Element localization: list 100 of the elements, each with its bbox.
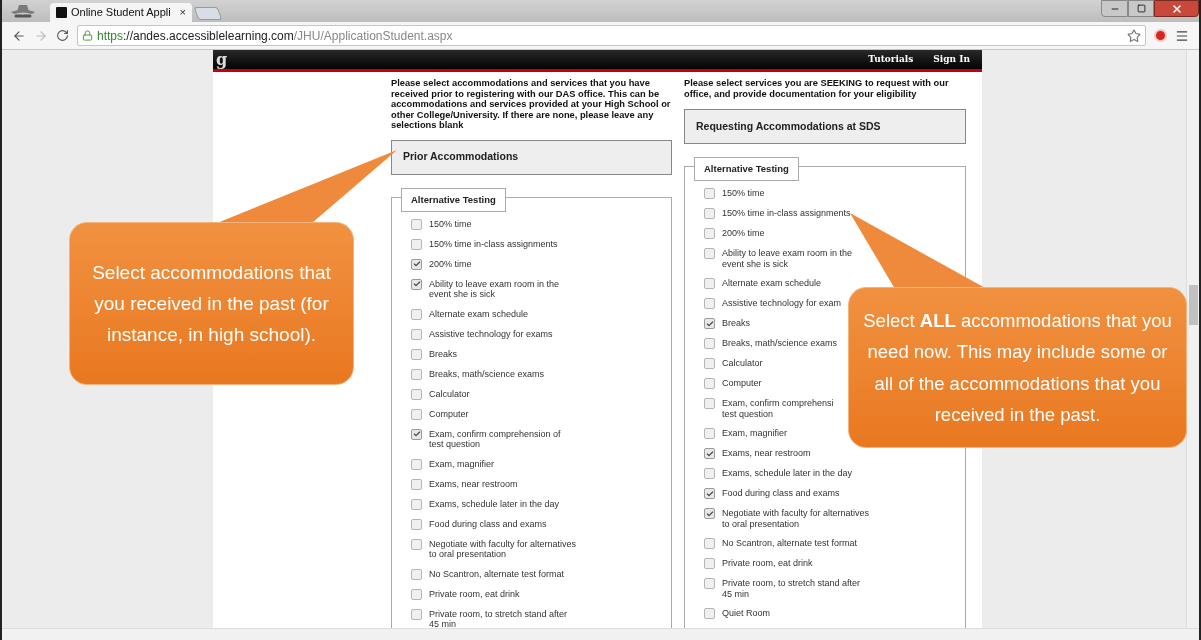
url-text: https://andes.accessiblelearning.com/JHU/ApplicationStudent.aspx [97, 27, 453, 45]
checkbox[interactable] [411, 608, 422, 620]
checkbox-label: Breaks [722, 318, 750, 329]
checkbox[interactable] [411, 278, 422, 290]
checkbox[interactable] [704, 488, 715, 499]
checkbox[interactable] [704, 248, 715, 259]
checkbox-label: Exams, near restroom [429, 478, 518, 489]
forward-icon[interactable] [34, 28, 48, 43]
checkbox[interactable] [411, 568, 422, 580]
checkbox[interactable] [704, 538, 715, 549]
checkbox-label: Exams, schedule later in the day [429, 498, 560, 509]
checkbox[interactable] [411, 498, 422, 510]
check-icon [705, 489, 714, 498]
stop-sign-icon[interactable] [1154, 29, 1167, 42]
checkbox-label: Calculator [429, 388, 470, 399]
callout: Select accommodations that you received in the past (for instance, in high school). [69, 222, 354, 385]
checkbox[interactable] [704, 318, 715, 329]
vertical-scrollbar[interactable] [1186, 50, 1199, 628]
check-icon [412, 280, 421, 288]
checkbox-label: 150% time [429, 218, 472, 229]
checkbox[interactable] [411, 328, 422, 340]
checkbox-label: Ability to leave exam room in the event she is sick [429, 278, 561, 300]
fieldset-legend: Alternative Testing [694, 157, 799, 182]
checkbox-label: Computer [429, 408, 469, 419]
minimize-button[interactable] [1101, 0, 1128, 17]
checkbox-label: Assistive technology for exams [429, 328, 553, 339]
checkbox[interactable] [411, 588, 422, 600]
checkbox[interactable] [411, 518, 422, 530]
checkbox[interactable] [411, 258, 422, 270]
checkbox-label: Private room, to stretch stand after 45 min [722, 578, 862, 599]
favicon-icon [56, 7, 67, 18]
checkbox[interactable] [704, 378, 715, 389]
checkbox[interactable] [411, 408, 422, 420]
checkbox[interactable] [704, 608, 715, 619]
checkbox[interactable] [411, 368, 422, 380]
checkbox[interactable] [411, 238, 422, 250]
close-button[interactable] [1154, 0, 1199, 17]
checkbox-label: No Scantron, alternate test format [429, 568, 565, 579]
checkbox[interactable] [411, 478, 422, 490]
new-tab-button[interactable] [193, 7, 223, 20]
checkbox-label: 150% time [722, 188, 765, 199]
fieldset-legend: Alternative Testing [401, 187, 506, 212]
checkbox[interactable] [704, 428, 715, 439]
bookmark-star-icon[interactable] [1127, 28, 1141, 43]
maximize-button[interactable] [1128, 0, 1154, 17]
back-icon[interactable] [12, 28, 26, 43]
checkbox[interactable] [411, 218, 422, 230]
checkbox[interactable] [411, 308, 422, 320]
checkbox-label: Negotiate with faculty for alternatives to oral presentation [429, 538, 577, 560]
checkbox[interactable] [704, 338, 715, 349]
checkbox-label: Exam, magnifier [722, 428, 788, 439]
checkbox-label: 200% time [429, 258, 472, 269]
checkbox[interactable] [704, 208, 715, 219]
tab-close-button[interactable]: × [179, 4, 186, 21]
site-logo[interactable]: g [216, 51, 228, 68]
checkbox[interactable] [704, 358, 715, 369]
instructions-text: Please select accommodations and services that you have received prior to registering with our DAS office. This can be accommodations and services provided at your High School or other College/University. If there are none, please leave any selections blank [391, 78, 672, 131]
nav-link[interactable]: Tutorials [868, 52, 914, 67]
checkbox[interactable] [704, 448, 715, 459]
check-icon [412, 260, 421, 268]
checkbox-label: 150% time in-class assignments [429, 238, 558, 249]
checkbox[interactable] [411, 538, 422, 550]
section-heading: Requesting Accommodations at SDS [684, 109, 966, 144]
checkbox[interactable] [704, 578, 715, 589]
check-icon [705, 319, 714, 328]
checkbox[interactable] [411, 428, 422, 440]
checkbox-label: Exams, schedule later in the day [722, 468, 853, 479]
checkbox[interactable] [411, 388, 422, 400]
checkbox[interactable] [704, 398, 715, 409]
checkbox-label: Negotiate with faculty for alternatives to oral presentation [722, 508, 870, 529]
checkbox-label: Food during class and exams [429, 518, 547, 529]
horizontal-scrollbar[interactable] [2, 628, 1199, 640]
checkbox[interactable] [704, 468, 715, 479]
callout: Select ALL accommodations that you need now. This may include some or all of the accommodations that you received in the past. [848, 287, 1187, 448]
check-icon [705, 449, 714, 458]
address-field[interactable]: https://andes.accessiblelearning.com/JHU/ApplicationStudent.aspx [77, 25, 1146, 46]
maximize-icon [1136, 4, 1146, 13]
browser-tab[interactable]: Online Student Appli × [50, 3, 192, 22]
menu-icon[interactable] [1175, 28, 1189, 43]
checkbox-label: No Scantron, alternate test format [722, 538, 858, 549]
checkbox-label: 150% time in-class assignments [722, 208, 851, 219]
checkbox[interactable] [704, 298, 715, 309]
checkbox[interactable] [704, 228, 715, 239]
checkbox-label: Ability to leave exam room in the event she is sick [722, 248, 854, 269]
checkbox[interactable] [704, 508, 715, 519]
checkbox[interactable] [411, 348, 422, 360]
check-icon [412, 430, 421, 438]
checkbox[interactable] [704, 558, 715, 569]
checkbox[interactable] [411, 458, 422, 470]
scroll-thumb[interactable] [1188, 285, 1198, 325]
checkbox-label: Exams, near restroom [722, 448, 811, 459]
checkbox-label: Breaks, math/science exams [429, 368, 545, 379]
nav-link[interactable]: Sign In [933, 52, 970, 67]
check-icon [705, 509, 714, 518]
checkbox-label: Breaks, math/science exams [722, 338, 838, 349]
checkbox-label: Computer [722, 378, 762, 389]
checkbox[interactable] [704, 188, 715, 199]
reload-icon[interactable] [56, 29, 69, 42]
checkbox[interactable] [704, 278, 715, 289]
checkbox-label: Assistive technology for exam [722, 298, 842, 309]
